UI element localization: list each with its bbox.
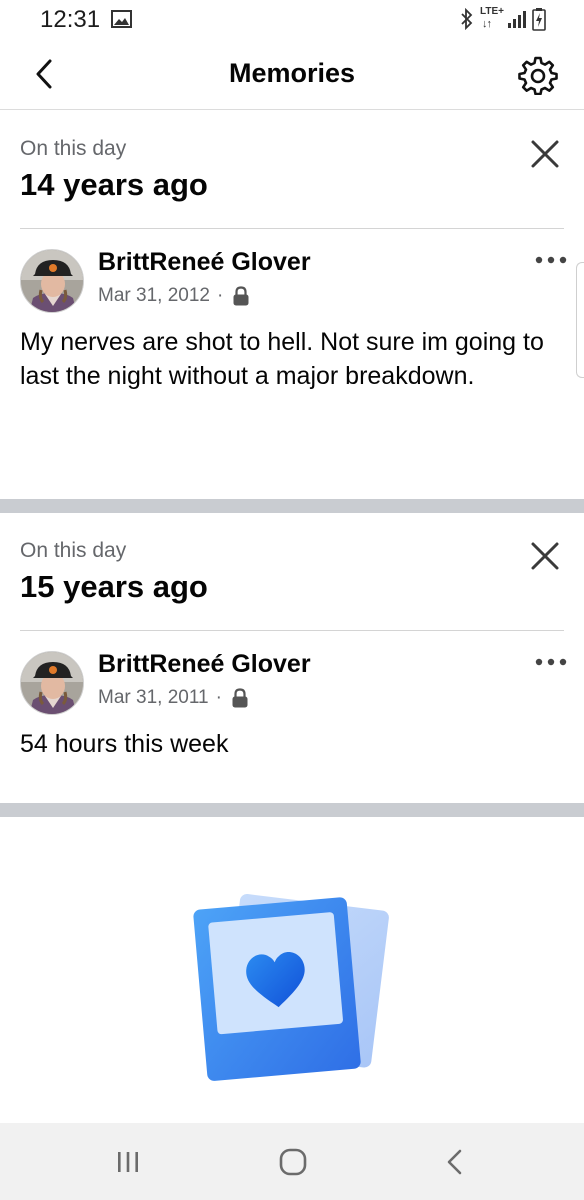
post-date[interactable]: Mar 31, 2011 — [98, 687, 209, 709]
years-ago-heading: 14 years ago — [20, 167, 208, 202]
avatar[interactable] — [20, 651, 84, 715]
lock-icon — [233, 286, 249, 306]
divider — [20, 630, 564, 631]
on-this-day-label: On this day — [20, 539, 127, 562]
network-arrows: ↓↑ — [482, 18, 492, 30]
status-icons: LTE+ ↓↑ — [460, 6, 546, 32]
meta-separator: · — [216, 285, 224, 306]
post-date[interactable]: Mar 31, 2012 — [98, 285, 210, 307]
status-bar: 12:31 LTE+ ↓↑ — [0, 0, 584, 40]
close-icon[interactable] — [528, 539, 562, 573]
status-time: 12:31 — [40, 6, 101, 33]
on-this-day-label: On this day — [20, 137, 127, 160]
section-separator — [0, 499, 584, 513]
gear-icon[interactable] — [518, 55, 558, 95]
meta-separator: · — [215, 687, 222, 708]
section-separator — [0, 803, 584, 817]
system-nav-bar — [0, 1123, 584, 1200]
close-icon[interactable] — [528, 137, 562, 171]
memory-card: On this day 14 years ago BrittReneé Glov… — [0, 111, 584, 499]
network-badge: LTE+ — [480, 6, 504, 17]
post-text: My nerves are shot to hell. Not sure im … — [20, 328, 544, 390]
page-title: Memories — [228, 58, 356, 88]
memory-card: On this day 15 years ago BrittReneé Glov… — [0, 513, 584, 803]
lock-icon — [232, 688, 248, 708]
recent-apps-icon[interactable] — [115, 1150, 141, 1174]
avatar[interactable] — [20, 249, 84, 313]
divider — [20, 228, 564, 229]
scroll-handle[interactable] — [576, 262, 584, 378]
memories-photo-heart-icon — [193, 894, 389, 1081]
signal-icon — [508, 11, 526, 28]
post-meta: Mar 31, 2011 · — [98, 687, 249, 709]
author-name[interactable]: BrittReneé Glover — [98, 650, 311, 679]
bluetooth-icon — [461, 8, 473, 30]
app-header: Memories — [0, 40, 584, 110]
years-ago-heading: 15 years ago — [20, 569, 208, 604]
battery-charging-icon — [532, 8, 546, 31]
network-indicator: LTE+ ↓↑ — [478, 6, 504, 32]
post-meta: Mar 31, 2012 · — [98, 285, 250, 307]
back-icon[interactable] — [443, 1148, 467, 1176]
home-icon[interactable] — [278, 1147, 308, 1177]
author-name[interactable]: BrittReneé Glover — [98, 248, 311, 277]
image-icon — [111, 10, 132, 28]
more-options-icon[interactable] — [534, 253, 568, 267]
more-options-icon[interactable] — [534, 655, 568, 669]
post-text: 54 hours this week — [20, 730, 229, 758]
